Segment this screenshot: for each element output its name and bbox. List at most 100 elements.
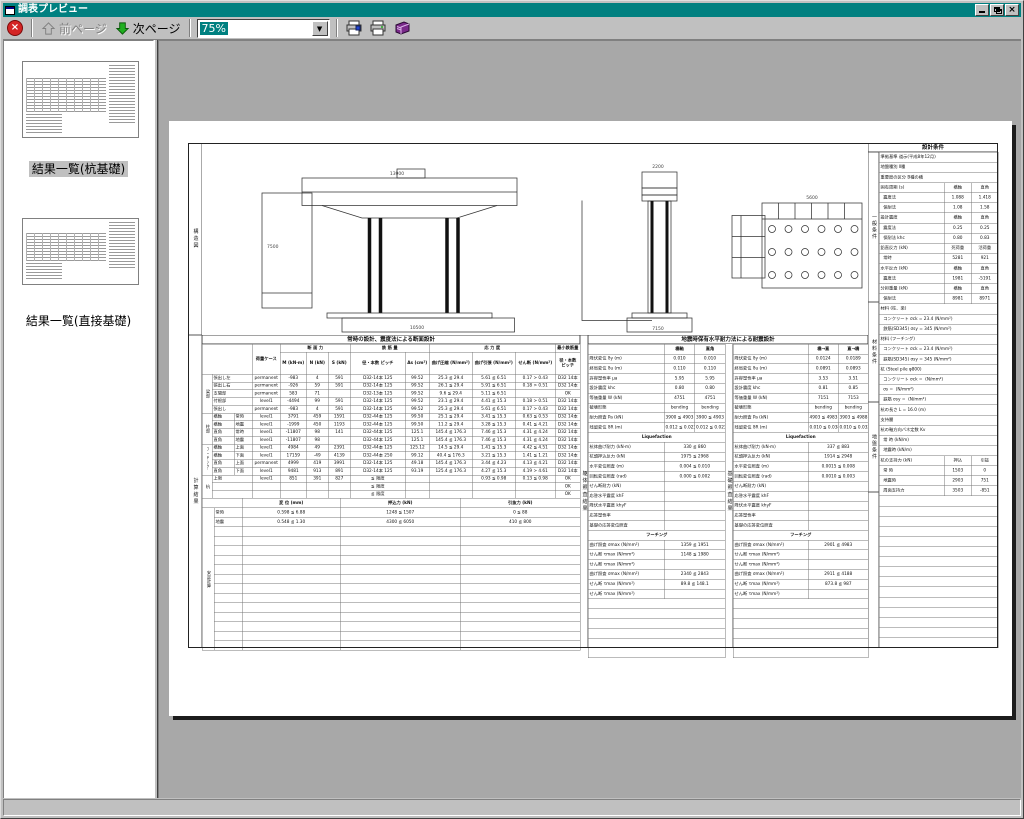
- close-preview-button[interactable]: ×: [7, 20, 23, 36]
- printer-setup-button[interactable]: [344, 19, 364, 37]
- table-cell: 0.010: [664, 354, 695, 364]
- window-title: 調表プレビュー: [18, 4, 974, 16]
- table-cell: 常 時 (kN/m): [879, 435, 998, 445]
- table-cell: 0.004 ≦ 0.010: [664, 462, 725, 472]
- titlebar: 調表プレビュー ×: [3, 3, 1021, 17]
- combobox-dropdown-button[interactable]: ▼: [312, 21, 328, 36]
- table-cell: 応答塑性率: [588, 511, 664, 521]
- table-cell: 設計震度 khc: [588, 383, 664, 393]
- table-cell: 0.0010 ≦ 0.003: [808, 472, 868, 482]
- table-cell: 145.4 ≦ 176.3: [429, 460, 472, 468]
- section-force-table: 荷重ケース断 面 力鉄 筋 量応 力 度最小鉄筋量M (kN·m)N (kN)S…: [202, 344, 581, 499]
- book-icon: [393, 20, 411, 36]
- table-cell: 支持層: [879, 415, 998, 425]
- sidebar-item-pile-foundation[interactable]: 結果一覧(杭基礎): [4, 160, 153, 177]
- table-cell: 許容塑性率 μa: [588, 374, 664, 384]
- zoom-combobox[interactable]: 75% ▼: [197, 19, 330, 38]
- table-cell: 直角: [212, 436, 234, 444]
- help-book-button[interactable]: [392, 19, 412, 37]
- table-cell: 下面: [234, 467, 252, 475]
- table-cell: [460, 631, 580, 641]
- dim-label: 7150: [652, 326, 664, 332]
- table-cell: 0.25: [944, 223, 971, 233]
- table-cell: [214, 527, 242, 537]
- table-cell: 押込力 (kN): [340, 498, 460, 508]
- table-cell: 1975 ≦ 2968: [664, 452, 725, 462]
- table-cell: 杭体曲げ耐力 (kN·m): [588, 442, 664, 452]
- table-cell: [242, 612, 340, 622]
- table-cell: 0.81: [808, 383, 838, 393]
- thumb-table-block: [109, 65, 135, 123]
- thumbnail-pile-foundation[interactable]: [22, 61, 139, 138]
- table-cell: コンクリート σck = 23.4 (N/mm²): [879, 344, 998, 354]
- table-cell: 3.44 ≦ 4.23: [472, 460, 515, 468]
- table-cell: [340, 536, 460, 546]
- table-cell: [214, 631, 242, 641]
- table-cell: permanent: [252, 405, 280, 413]
- close-button[interactable]: ×: [1005, 4, 1019, 16]
- table-cell: [879, 506, 998, 516]
- table-cell: 1148 ≦ 1980: [664, 550, 725, 560]
- table-cell: [733, 344, 808, 354]
- table-cell: 終局変位 δu (m): [733, 364, 808, 374]
- toolbar-separator: [336, 19, 338, 37]
- table-cell: 0.18 > 0.51: [515, 398, 555, 406]
- table-cell: [214, 641, 242, 651]
- table-cell: 0.85: [838, 383, 868, 393]
- table-cell: D32 14本: [555, 444, 580, 452]
- table-cell: 0.0015 ≦ 0.008: [808, 462, 868, 472]
- table-cell: [460, 536, 580, 546]
- table-cell: 破壊形態: [733, 403, 808, 413]
- table-cell: 2391: [328, 444, 350, 452]
- table-cell: D32-44本 125: [350, 421, 405, 429]
- table-cell: D32-44本 125: [350, 429, 405, 437]
- table-cell: せん断 τmax (N/mm²): [733, 560, 808, 570]
- table-cell: 8971: [971, 294, 998, 304]
- table-cell: [214, 584, 242, 594]
- table-cell: 9481: [280, 467, 306, 475]
- table-cell: 145.4 ≦ 176.3: [429, 436, 472, 444]
- preview-area: 13900 7500 10500: [158, 40, 1021, 798]
- table-cell: 9.6 ≦ 29.4: [429, 390, 472, 398]
- table-cell: 4751: [664, 393, 695, 403]
- table-cell: 4: [306, 405, 328, 413]
- table-cell: 3503: [944, 486, 971, 496]
- sidebar-item-direct-foundation[interactable]: 結果一覧(直接基礎): [4, 312, 153, 329]
- table-cell: 419: [306, 460, 328, 468]
- table-cell: 柱部: [202, 413, 212, 444]
- table-cell: [879, 607, 998, 617]
- table-cell: 直角: [971, 183, 998, 193]
- table-cell: [214, 612, 242, 622]
- table-cell: 残留変位 δR (m): [733, 423, 808, 433]
- table-cell: -1999: [280, 421, 306, 429]
- table-cell: 99.50: [405, 413, 429, 421]
- minimize-button[interactable]: [975, 4, 989, 16]
- table-cell: 水平反力 (kN): [879, 263, 944, 273]
- table-cell: 583: [280, 390, 306, 398]
- table-cell: 直角: [212, 460, 234, 468]
- table-cell: 99.52: [405, 382, 429, 390]
- table-cell: 1503: [944, 466, 971, 476]
- table-cell: 4.31 ≦ 4.24: [515, 436, 555, 444]
- table-cell: 99: [306, 398, 328, 406]
- table-cell: 鉄筋 σsy = (N/mm²): [879, 395, 998, 405]
- table-cell: 杭の支持力 (kN): [879, 456, 944, 466]
- table-cell: D32 14本: [555, 421, 580, 429]
- table-cell: [328, 390, 350, 398]
- prev-page-button[interactable]: 前ページ: [37, 19, 111, 38]
- table-cell: 上面: [234, 460, 252, 468]
- table-cell: [340, 641, 460, 651]
- table-cell: 4.42 ≦ 4.51: [515, 444, 555, 452]
- restore-button[interactable]: [990, 4, 1004, 16]
- table-cell: 873.8 ≦ 987: [808, 579, 868, 589]
- table-cell: 橋軸: [664, 344, 695, 354]
- table-cell: コンクリート σck = 23.4 (N/mm²): [879, 314, 998, 324]
- next-page-button[interactable]: 次ページ: [111, 19, 185, 38]
- thumbnail-direct-foundation[interactable]: [22, 218, 139, 285]
- table-cell: [405, 483, 429, 491]
- table-cell: 0.110: [664, 364, 695, 374]
- table-cell: [280, 483, 306, 491]
- table-cell: 0 ≦ 88: [460, 508, 580, 518]
- print-button[interactable]: [368, 19, 388, 37]
- table-cell: bending: [838, 403, 868, 413]
